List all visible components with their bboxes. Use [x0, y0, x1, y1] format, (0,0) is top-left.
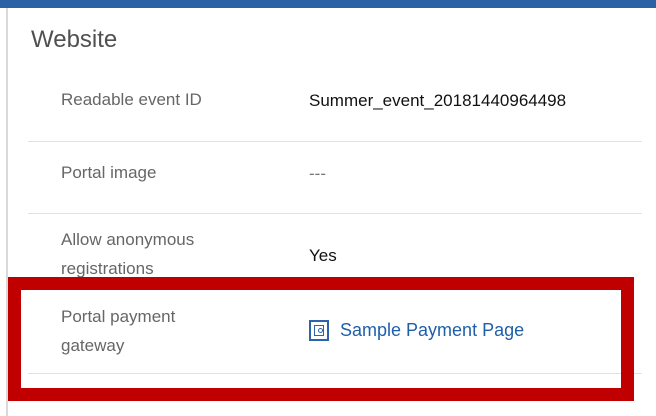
readable-event-id-value[interactable]: Summer_event_20181440964498: [309, 91, 566, 111]
section-title: Website: [31, 26, 118, 53]
row-divider: [28, 213, 642, 214]
section-accent-bar: [0, 0, 656, 8]
portal-image-label: Portal image: [61, 163, 157, 182]
portal-image-value[interactable]: ---: [309, 164, 326, 184]
allow-anonymous-registrations-label: Allow anonymous registrations: [61, 230, 195, 278]
allow-anonymous-registrations-value[interactable]: Yes: [309, 246, 337, 266]
readable-event-id-label: Readable event ID: [61, 90, 202, 109]
website-form-section: Website Readable event ID Summer_event_2…: [0, 0, 656, 416]
highlight-box: [8, 277, 634, 401]
row-divider: [28, 141, 642, 142]
